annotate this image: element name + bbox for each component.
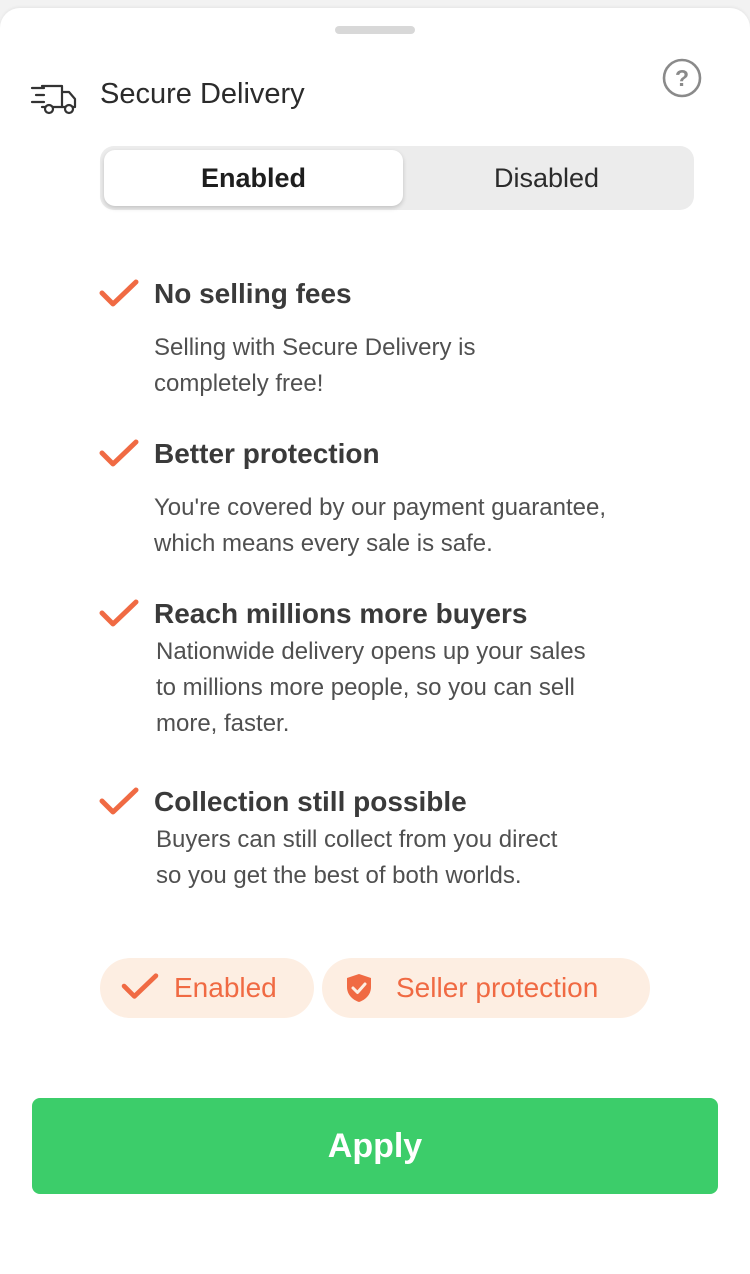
bottom-sheet: Secure Delivery ? Enabled Disabled No se… bbox=[0, 8, 750, 1274]
feature-description: Selling with Secure Delivery is bbox=[154, 334, 476, 361]
check-icon bbox=[99, 599, 139, 627]
check-icon bbox=[99, 787, 139, 815]
apply-button[interactable]: Apply bbox=[32, 1098, 718, 1194]
feature-description: Buyers can still collect from you direct bbox=[156, 826, 558, 853]
feature-description: which means every sale is safe. bbox=[154, 530, 493, 557]
enabled-badge-label: Enabled bbox=[174, 972, 277, 1003]
delivery-truck-icon bbox=[30, 84, 77, 115]
svg-text:?: ? bbox=[675, 65, 689, 91]
seller-protection-badge: Seller protection bbox=[322, 958, 650, 1018]
drag-handle[interactable] bbox=[335, 26, 415, 34]
check-icon bbox=[99, 439, 139, 467]
check-icon bbox=[121, 973, 159, 999]
delivery-toggle: Enabled Disabled bbox=[100, 146, 694, 210]
seller-protection-label: Seller protection bbox=[396, 972, 599, 1003]
feature-title: Better protection bbox=[154, 438, 380, 469]
feature-title: No selling fees bbox=[154, 278, 352, 309]
feature-description: so you get the best of both worlds. bbox=[156, 862, 522, 889]
check-icon bbox=[99, 279, 139, 307]
feature-description: Nationwide delivery opens up your sales bbox=[156, 638, 586, 665]
feature-title: Reach millions more buyers bbox=[154, 598, 528, 629]
toggle-enabled-button[interactable]: Enabled bbox=[104, 150, 403, 206]
page-title: Secure Delivery bbox=[100, 78, 305, 110]
feature-description: more, faster. bbox=[156, 710, 290, 737]
help-icon[interactable]: ? bbox=[662, 58, 702, 98]
enabled-badge: Enabled bbox=[100, 958, 314, 1018]
feature-description: to millions more people, so you can sell bbox=[156, 674, 575, 701]
feature-description: You're covered by our payment guarantee, bbox=[154, 494, 606, 521]
shield-icon bbox=[347, 974, 371, 1002]
feature-description: completely free! bbox=[154, 370, 324, 397]
feature-title: Collection still possible bbox=[154, 786, 467, 817]
toggle-disabled-button[interactable]: Disabled bbox=[403, 150, 690, 206]
